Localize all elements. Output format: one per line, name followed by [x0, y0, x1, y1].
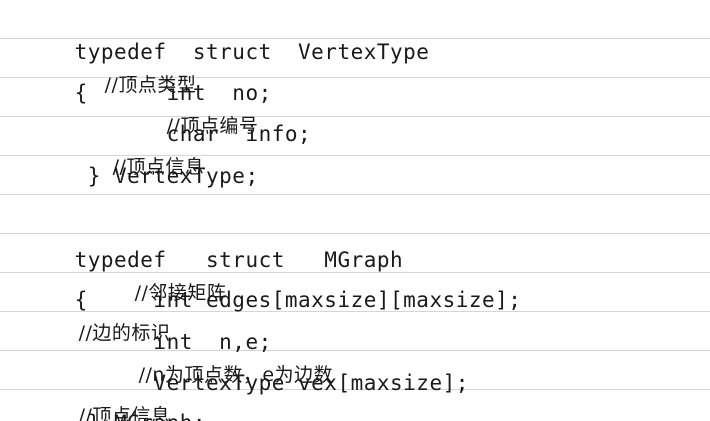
code-line-9: } MGraph; [22, 375, 206, 421]
code-line-8: VertexType vex[maxsize]; //顶点信息 [22, 335, 469, 421]
code-line-4: } VertexType; [22, 128, 259, 188]
code-line-1: typedef struct VertexType //顶点类型 [22, 4, 429, 96]
code-line-6: { int edges[maxsize][maxsize]; //边的标识 [22, 252, 521, 344]
code-text: } MGraph; [75, 411, 206, 421]
code-line-3: char info; //顶点信息 [22, 86, 311, 178]
code-line-2: { int no; //顶点编号 [22, 45, 272, 137]
code-text: } VertexType; [74, 164, 259, 188]
code-line-5: typedef struct MGraph //邻接矩阵 [22, 212, 403, 304]
handwritten-notebook-page: typedef struct VertexType //顶点类型 { int n… [0, 0, 710, 421]
code-line-7: int n,e; //n为顶点数，e为边数 [22, 294, 333, 386]
